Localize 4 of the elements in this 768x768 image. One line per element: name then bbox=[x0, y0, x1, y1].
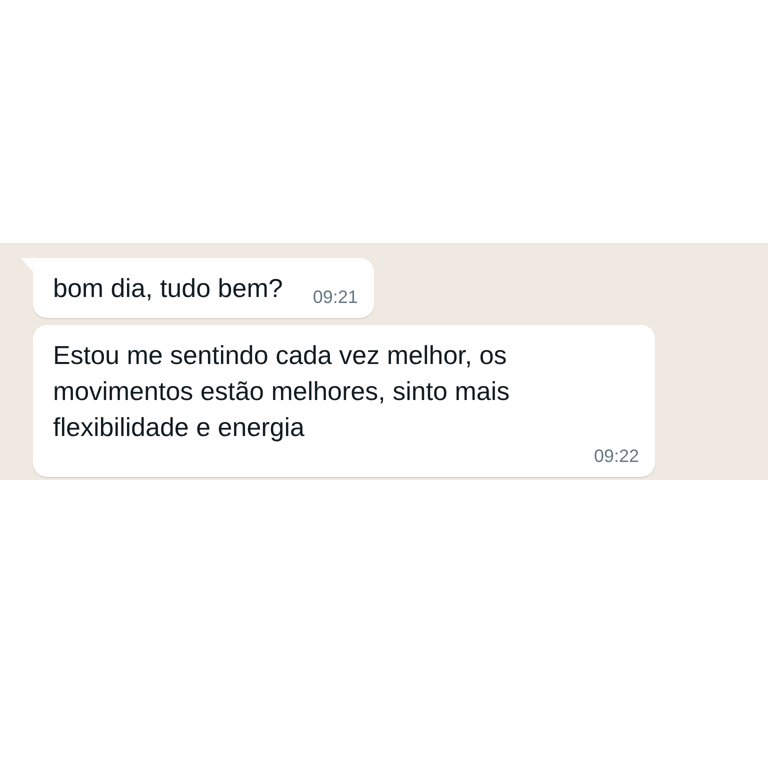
message-time: 09:21 bbox=[312, 286, 358, 308]
message-time: 09:22 bbox=[594, 445, 639, 467]
message-text: Estou me sentindo cada vez melhor, os movimentos estão melhores, sinto mais flexibilidade e energia bbox=[53, 339, 511, 444]
message-text: bom dia, tudo bem? bbox=[53, 272, 283, 305]
